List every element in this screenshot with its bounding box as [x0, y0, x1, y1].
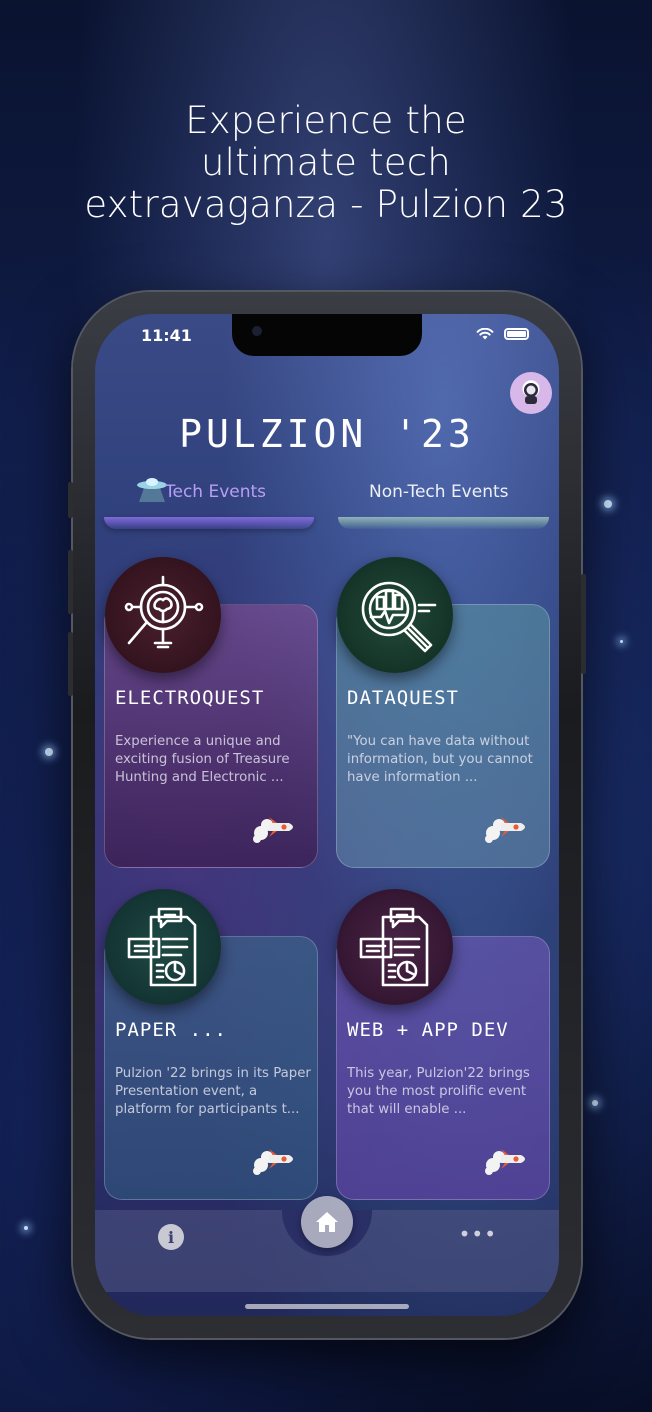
phone-side-button — [581, 574, 586, 674]
tab-non-tech-indicator — [338, 517, 549, 529]
data-search-icon — [337, 557, 453, 673]
event-card-dataquest[interactable]: DATAQUEST "You can have data without inf… — [336, 557, 550, 868]
battery-icon — [504, 328, 529, 340]
home-button[interactable] — [301, 1196, 353, 1248]
status-time: 11:41 — [141, 326, 192, 345]
rocket-icon[interactable] — [483, 813, 529, 845]
app-screen: 11:41 PULZION '23 Tech Events Non-Tech E… — [95, 314, 559, 1316]
rocket-icon[interactable] — [251, 813, 297, 845]
event-card-web-app-dev[interactable]: WEB + APP DEV This year, Pulzion'22 brin… — [336, 889, 550, 1200]
tab-non-tech-events[interactable]: Non-Tech Events — [369, 482, 509, 502]
home-icon — [316, 1212, 338, 1232]
event-tabs: Tech Events Non-Tech Events — [95, 474, 559, 534]
home-indicator — [245, 1304, 409, 1309]
more-button[interactable]: ••• — [459, 1222, 497, 1246]
star-decoration — [604, 500, 612, 508]
star-decoration — [620, 640, 623, 643]
phone-frame: 11:41 PULZION '23 Tech Events Non-Tech E… — [68, 292, 586, 1338]
phone-side-button — [68, 632, 73, 696]
astronaut-icon — [524, 383, 538, 404]
tab-tech-events[interactable]: Tech Events — [165, 482, 266, 502]
tab-tech-indicator — [104, 517, 314, 529]
circuit-search-icon — [105, 557, 221, 673]
star-decoration — [45, 748, 53, 756]
star-decoration — [24, 1226, 28, 1230]
event-card-paper-presentation[interactable]: PAPER ... Pulzion '22 brings in its Pape… — [104, 889, 318, 1200]
phone-side-button — [68, 482, 73, 518]
paper-document-icon — [105, 889, 221, 1005]
phone-side-button — [68, 550, 73, 614]
bottom-navigation: i ••• — [95, 1196, 559, 1292]
camera-icon — [252, 326, 262, 336]
rocket-icon[interactable] — [251, 1145, 297, 1177]
event-description: Pulzion '22 brings in its Paper Presenta… — [115, 1066, 311, 1117]
event-description: This year, Pulzion'22 brings you the mos… — [347, 1066, 530, 1117]
event-title: ELECTROQUEST — [115, 687, 265, 709]
event-description: Experience a unique and exciting fusion … — [115, 734, 290, 785]
event-title: DATAQUEST — [347, 687, 459, 709]
event-title: PAPER ... — [115, 1019, 227, 1041]
web-document-icon — [337, 889, 453, 1005]
app-title: PULZION '23 — [179, 412, 475, 456]
status-icons — [476, 328, 529, 340]
rocket-icon[interactable] — [483, 1145, 529, 1177]
profile-avatar[interactable] — [510, 372, 552, 414]
event-title: WEB + APP DEV — [347, 1019, 509, 1041]
event-card-electroquest[interactable]: ELECTROQUEST Experience a unique and exc… — [104, 557, 318, 868]
wifi-icon — [476, 328, 494, 340]
event-description: "You can have data without information, … — [347, 734, 533, 785]
phone-notch — [232, 314, 422, 356]
ufo-icon — [137, 478, 167, 502]
promo-headline: Experience the ultimate tech extravaganz… — [84, 99, 568, 226]
star-decoration — [592, 1100, 598, 1106]
info-button[interactable]: i — [158, 1224, 184, 1250]
